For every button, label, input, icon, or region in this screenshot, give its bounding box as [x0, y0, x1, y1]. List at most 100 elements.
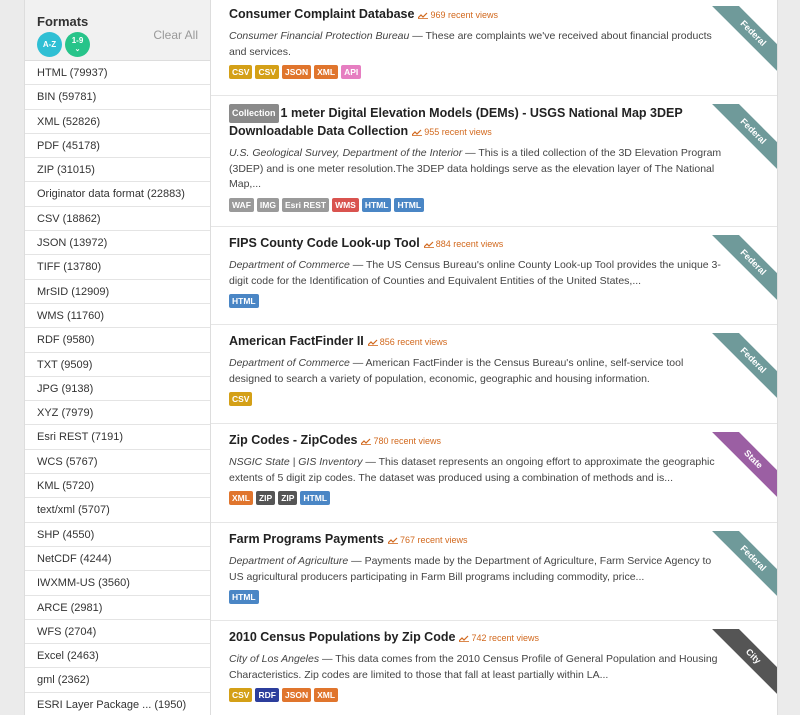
- format-facet-item[interactable]: RDF (9580): [25, 328, 210, 353]
- trend-up-icon: [361, 438, 372, 445]
- dataset-title-link[interactable]: FIPS County Code Look-up Tool: [229, 236, 420, 250]
- format-badge[interactable]: XML: [229, 491, 253, 505]
- recent-views-label: 856 recent views: [379, 337, 448, 347]
- format-badge[interactable]: HTML: [394, 197, 425, 212]
- format-facet-item[interactable]: ZIP (31015): [25, 158, 210, 183]
- format-badge[interactable]: JSON: [281, 65, 312, 79]
- recent-views-label: 767 recent views: [399, 535, 468, 545]
- format-facet-item[interactable]: CSV (18862): [25, 207, 210, 232]
- publisher-name: Department of Commerce: [229, 259, 350, 271]
- format-facet-item[interactable]: NetCDF (4244): [25, 547, 210, 572]
- format-badge[interactable]: HTML: [300, 491, 331, 505]
- recent-views-label: 780 recent views: [373, 436, 442, 446]
- format-badge[interactable]: HTML: [229, 294, 259, 308]
- format-badge[interactable]: WMS: [332, 197, 359, 212]
- dataset-title-link[interactable]: American FactFinder II: [229, 334, 364, 348]
- dataset-result: 2010 Census Populations by Zip Code 742 r…: [229, 629, 777, 702]
- publisher-name: Department of Commerce: [229, 357, 350, 369]
- format-badge[interactable]: WAF: [229, 197, 254, 212]
- organization-type-ribbon: Federal: [709, 104, 777, 172]
- format-facet-list: HTML (79937) BIN (59781) XML (52826) PDF (4…: [25, 61, 210, 715]
- format-facet-item[interactable]: Excel (2463): [25, 644, 210, 669]
- format-facet-item[interactable]: HTML (79937): [25, 61, 210, 86]
- trend-up-icon: [418, 12, 429, 19]
- format-facet-item[interactable]: Originator data format (22883): [25, 182, 210, 207]
- format-badge[interactable]: CSV: [229, 688, 253, 702]
- format-facet-item[interactable]: WCS (5767): [25, 450, 210, 475]
- clear-all-link[interactable]: Clear All: [153, 28, 198, 42]
- format-facet-item[interactable]: KML (5720): [25, 474, 210, 499]
- format-facet-item[interactable]: ESRI Layer Package ... (1950): [25, 693, 210, 715]
- trend-up-icon: [412, 129, 423, 136]
- format-badge[interactable]: HTML: [229, 590, 259, 604]
- ribbon-label: State: [710, 432, 777, 500]
- format-facet-item[interactable]: ARCE (2981): [25, 596, 210, 620]
- chevron-down-icon: ⌄: [74, 45, 81, 53]
- format-facet-item[interactable]: JSON (13972): [25, 231, 210, 256]
- result-divider: [211, 620, 777, 621]
- right-gutter: [778, 0, 800, 715]
- result-title-row: Farm Programs Payments 767 recent views: [229, 531, 765, 549]
- result-divider: [211, 324, 777, 325]
- format-badges: HTML: [229, 590, 765, 604]
- format-facet-item[interactable]: JPG (9138): [25, 377, 210, 402]
- format-badge[interactable]: ZIP: [278, 491, 298, 505]
- format-badge[interactable]: CSV: [229, 65, 253, 79]
- format-facet-item[interactable]: SHP (4550): [25, 523, 210, 547]
- format-badge[interactable]: RDF: [255, 688, 279, 702]
- format-facet-item[interactable]: MrSID (12909): [25, 280, 210, 304]
- format-badges: HTML: [229, 294, 765, 308]
- format-badge[interactable]: XML: [314, 688, 339, 702]
- format-facet-item[interactable]: gml (2362): [25, 668, 210, 693]
- result-divider: [211, 95, 777, 96]
- format-facet-item[interactable]: text/xml (5707): [25, 498, 210, 523]
- format-badges: CSV: [229, 392, 765, 406]
- format-badge[interactable]: XML: [314, 65, 339, 79]
- trend-up-icon: [367, 339, 378, 346]
- format-facet-item[interactable]: XML (52826): [25, 110, 210, 134]
- format-badge[interactable]: JSON: [281, 688, 312, 702]
- result-title-row: FIPS County Code Look-up Tool 884 recent …: [229, 235, 765, 253]
- dataset-title-link[interactable]: Zip Codes - ZipCodes: [229, 433, 357, 447]
- format-badge[interactable]: Esri REST: [281, 197, 330, 212]
- format-badge[interactable]: IMG: [256, 197, 279, 212]
- format-facet-item[interactable]: TXT (9509): [25, 353, 210, 377]
- facet-title: Formats: [37, 14, 89, 29]
- format-facet-item[interactable]: TIFF (13780): [25, 255, 210, 280]
- organization-type-ribbon: State: [709, 432, 777, 500]
- dataset-result: Farm Programs Payments 767 recent views De…: [229, 531, 777, 604]
- format-facet-item[interactable]: WFS (2704): [25, 620, 210, 645]
- format-badge[interactable]: HTML: [361, 197, 392, 212]
- sort-az-button[interactable]: A-Z: [37, 32, 62, 57]
- publisher-name: Consumer Financial Protection Bureau: [229, 30, 410, 42]
- format-badge[interactable]: ZIP: [255, 491, 276, 505]
- ribbon-label: Federal: [710, 333, 777, 401]
- format-badges: XML ZIP ZIP HTML: [229, 491, 765, 505]
- dataset-result: American FactFinder II 856 recent views De…: [229, 333, 777, 406]
- publisher-name: City of Los Angeles: [229, 653, 320, 665]
- format-facet-item[interactable]: IWXMM-US (3560): [25, 571, 210, 596]
- dataset-result: FIPS County Code Look-up Tool 884 recent …: [229, 235, 777, 308]
- result-title-row: 2010 Census Populations by Zip Code 742 r…: [229, 629, 765, 647]
- format-facet-item[interactable]: XYZ (7979): [25, 401, 210, 426]
- format-badge[interactable]: API: [341, 65, 362, 79]
- format-facet-item[interactable]: PDF (45178): [25, 134, 210, 159]
- page: Formats A-Z 1-9 ⌄ Clear All HTML (79937)…: [0, 0, 800, 715]
- publisher-name: Department of Agriculture: [229, 555, 349, 567]
- recent-views: 742 recent views: [459, 633, 539, 643]
- dataset-description: City of Los Angeles — This data comes fr…: [229, 652, 765, 683]
- format-facet-item[interactable]: Esri REST (7191): [25, 425, 210, 450]
- dataset-title-link[interactable]: Consumer Complaint Database: [229, 7, 414, 21]
- dataset-title-link[interactable]: 2010 Census Populations by Zip Code: [229, 630, 455, 644]
- organization-type-ribbon: Federal: [709, 235, 777, 303]
- sort-count-button[interactable]: 1-9 ⌄: [65, 32, 90, 57]
- format-facet-item[interactable]: WMS (11760): [25, 304, 210, 329]
- format-badge[interactable]: CSV: [229, 392, 253, 406]
- dataset-title-link[interactable]: Farm Programs Payments: [229, 532, 384, 546]
- ribbon-label: Federal: [710, 104, 777, 172]
- organization-type-ribbon: Federal: [709, 6, 777, 74]
- format-facet-item[interactable]: BIN (59781): [25, 85, 210, 110]
- ribbon-label: Federal: [710, 531, 777, 599]
- format-badge[interactable]: CSV: [255, 65, 279, 79]
- publisher-name: U.S. Geological Survey, Department of th…: [229, 147, 463, 159]
